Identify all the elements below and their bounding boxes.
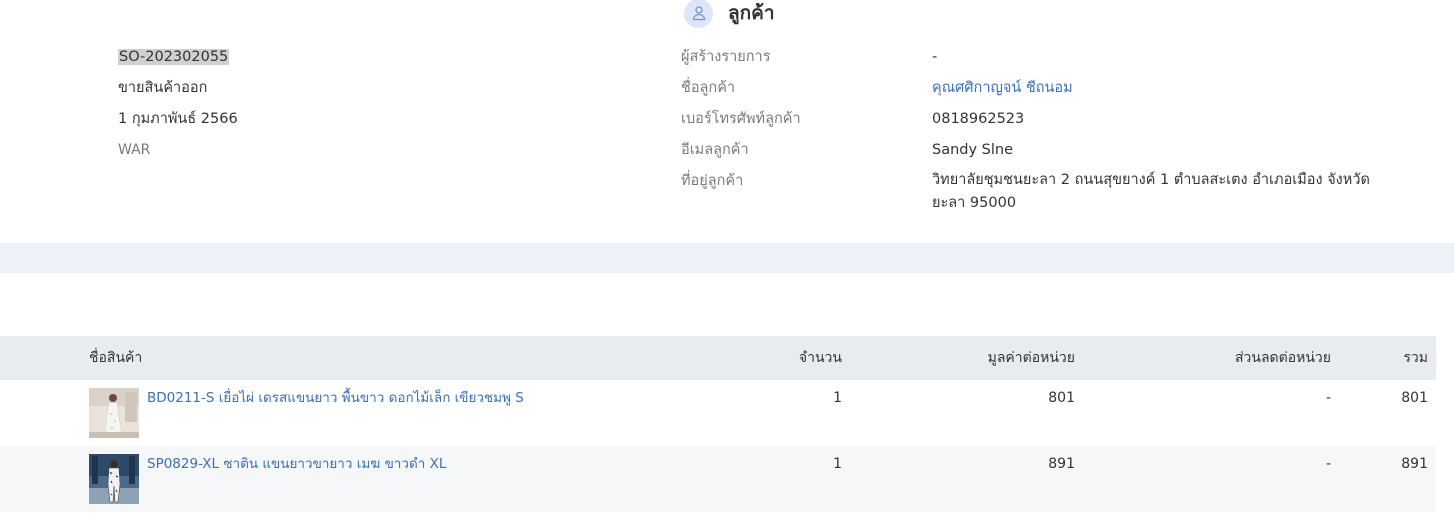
customer-labels: ผู้สร้างรายการ ชื่อลูกค้า เบอร์โทรศัพท์ล… — [681, 45, 801, 200]
column-header-unit-price: มูลค่าต่อหน่วย — [987, 350, 1075, 366]
document-info: SO-202302055 ขายสินค้าออก 1 กุมภาพันธ์ 2… — [118, 45, 238, 169]
total-cell: 801 — [1401, 390, 1428, 406]
qty-cell: 1 — [833, 390, 842, 406]
product-name-link[interactable]: BD0211-S เยื่อไผ่ เดรสแขนยาว พื้นขาว ดอก… — [147, 388, 524, 408]
product-thumbnail — [89, 388, 139, 438]
unit-price-cell: 801 — [1048, 390, 1075, 406]
order-number[interactable]: SO-202302055 — [118, 45, 238, 76]
unit-price-cell: 891 — [1048, 456, 1075, 472]
customer-section-title: ลูกค้า — [728, 2, 775, 24]
order-detail-page: ลูกค้า SO-202302055 ขายสินค้าออก 1 กุมภา… — [0, 0, 1454, 521]
column-header-product: ชื่อสินค้า — [89, 350, 143, 366]
customer-phone-label: เบอร์โทรศัพท์ลูกค้า — [681, 111, 801, 127]
product-thumbnail — [89, 454, 139, 504]
table-row: SP0829-XL ซาติน แขนยาวขายาว เมฆ ขาวดำ XL… — [0, 446, 1436, 512]
column-header-total: รวม — [1403, 350, 1428, 366]
document-date: 1 กุมภาพันธ์ 2566 — [118, 111, 238, 127]
customer-email-value: Sandy Slne — [932, 142, 1014, 158]
product-name-link[interactable]: SP0829-XL ซาติน แขนยาวขายาว เมฆ ขาวดำ XL — [147, 454, 446, 474]
order-number-text: SO-202302055 — [118, 49, 230, 65]
column-header-unit-discount: ส่วนลดต่อหน่วย — [1234, 350, 1331, 366]
column-header-qty: จำนวน — [798, 350, 842, 366]
customer-section-header: ลูกค้า — [684, 0, 775, 28]
total-cell: 891 — [1401, 456, 1428, 472]
user-icon — [684, 0, 713, 28]
order-info-section: ลูกค้า SO-202302055 ขายสินค้าออก 1 กุมภา… — [0, 0, 1454, 243]
customer-phone-value: 0818962523 — [932, 111, 1025, 127]
creator-label: ผู้สร้างรายการ — [681, 49, 771, 65]
document-type: ขายสินค้าออก — [118, 80, 208, 96]
table-row: BD0211-S เยื่อไผ่ เดรสแขนยาว พื้นขาว ดอก… — [0, 380, 1436, 446]
unit-discount-cell: - — [1325, 456, 1331, 472]
table-header: ชื่อสินค้า จำนวน มูลค่าต่อหน่วย ส่วนลดต่… — [0, 336, 1436, 380]
creator-value: - — [932, 49, 938, 65]
warehouse-code: WAR — [118, 142, 151, 158]
section-divider — [0, 243, 1454, 273]
order-items-table: ชื่อสินค้า จำนวน มูลค่าต่อหน่วย ส่วนลดต่… — [0, 336, 1436, 512]
customer-address-label: ที่อยู่ลูกค้า — [681, 173, 744, 189]
customer-name-link[interactable]: คุณศศิกาญจน์ ชีถนอม — [932, 76, 1402, 107]
customer-values: - คุณศศิกาญจน์ ชีถนอม 0818962523 Sandy S… — [932, 45, 1402, 215]
customer-address-value: วิทยาลัยชุมชนยะลา 2 ถนนสุขยางค์ 1 ตำบลสะ… — [932, 172, 1370, 211]
customer-email-label: อีเมลลูกค้า — [681, 142, 749, 158]
unit-discount-cell: - — [1325, 390, 1331, 406]
customer-name-label: ชื่อลูกค้า — [681, 80, 736, 96]
qty-cell: 1 — [833, 456, 842, 472]
